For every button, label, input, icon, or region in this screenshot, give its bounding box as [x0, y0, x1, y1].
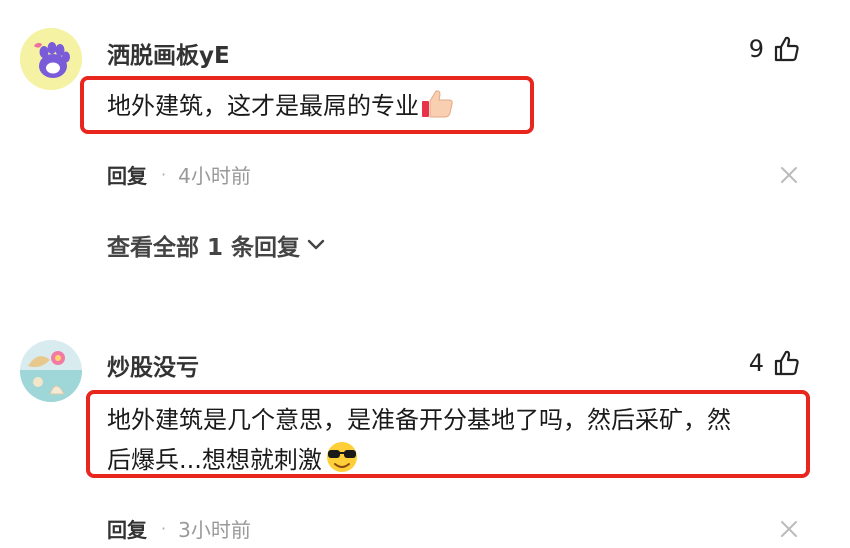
seashell-avatar-icon	[20, 340, 82, 402]
like-control[interactable]: 4	[749, 348, 802, 378]
comment-text-line: 地外建筑是几个意思，是准备开分基地了吗，然后采矿，然	[107, 406, 731, 434]
comment-text-content: 后爆兵...想想就刺激	[107, 446, 322, 474]
thumbs-up-icon[interactable]	[772, 348, 802, 378]
avatar[interactable]	[20, 340, 82, 402]
comment-text-line: 后爆兵...想想就刺激	[107, 440, 731, 486]
comment-text: 地外建筑是几个意思，是准备开分基地了吗，然后采矿，然 后爆兵...想想就刺激	[107, 400, 731, 486]
username[interactable]: 炒股没亏	[107, 348, 199, 382]
close-icon[interactable]	[780, 520, 798, 538]
sunglasses-emoji-icon	[324, 440, 360, 486]
comment-meta: 回复 · 3小时前	[107, 514, 251, 543]
comment-item: 炒股没亏 4 地外建筑是几个意思，是准备开分基地了吗，然后采矿，然 后爆兵...…	[0, 0, 850, 548]
separator-dot: ·	[161, 519, 167, 538]
like-count: 4	[748, 349, 764, 377]
timestamp: 3小时前	[178, 518, 251, 542]
reply-button[interactable]: 回复	[107, 514, 147, 543]
